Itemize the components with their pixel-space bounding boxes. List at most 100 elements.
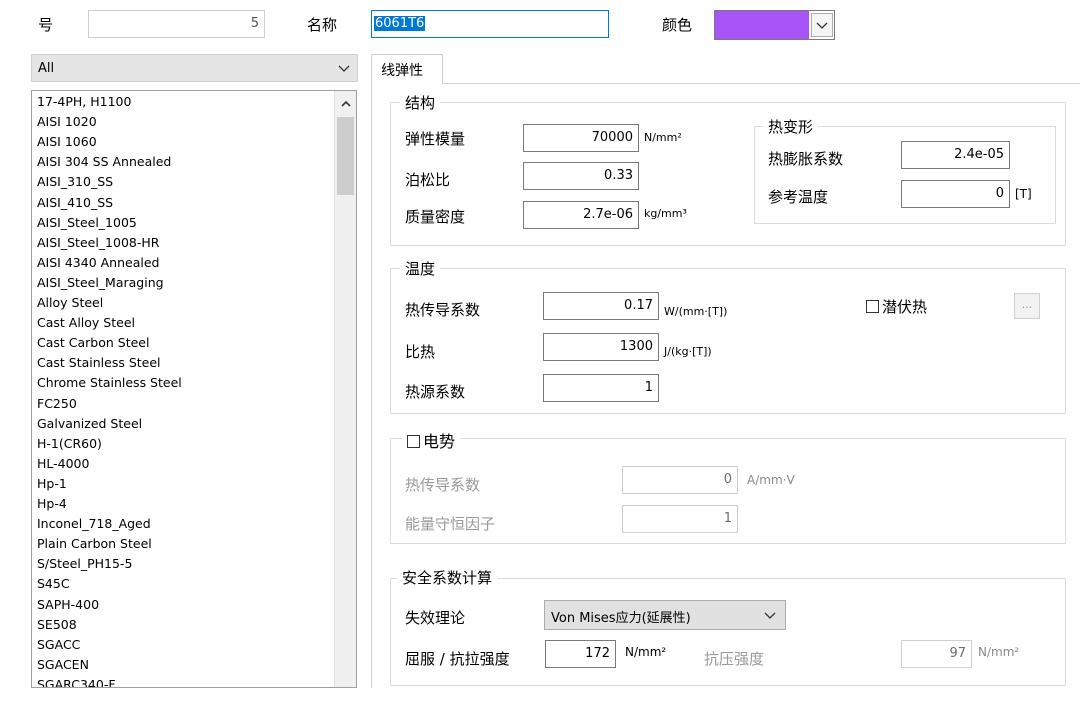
- heat-source-label: 热源系数: [405, 383, 466, 401]
- color-label: 颜色: [662, 16, 693, 34]
- reference-temp-unit: [T]: [1015, 187, 1032, 201]
- color-picker[interactable]: [714, 10, 835, 40]
- thermal-expansion-field[interactable]: 2.4e-05: [901, 141, 1010, 169]
- tab-label: 线弹性: [381, 63, 423, 79]
- safety-group: [390, 578, 1066, 686]
- material-list-item[interactable]: Plain Carbon Steel: [37, 534, 152, 554]
- number-label: 号: [38, 16, 54, 34]
- thermal-deformation-title: 热变形: [763, 116, 819, 137]
- material-list-item[interactable]: Hp-1: [37, 474, 67, 494]
- tab-linear-elastic[interactable]: 线弹性: [371, 54, 443, 84]
- material-list-item[interactable]: Inconel_718_Aged: [37, 514, 151, 534]
- color-swatch: [715, 11, 809, 39]
- poisson-ratio-field[interactable]: 0.33: [523, 162, 639, 190]
- failure-theory-label: 失效理论: [405, 609, 466, 627]
- material-list-item[interactable]: Hp-4: [37, 494, 67, 514]
- material-list-item[interactable]: AISI 1020: [37, 112, 97, 132]
- heat-conductivity-field[interactable]: 0.17: [543, 292, 659, 320]
- material-list-item[interactable]: Chrome Stainless Steel: [37, 373, 182, 393]
- material-list-item[interactable]: Alloy Steel: [37, 293, 103, 313]
- latent-heat-label: 潜伏热: [882, 298, 928, 316]
- checkbox-icon: [866, 300, 879, 313]
- material-list-item[interactable]: AISI 1060: [37, 132, 97, 152]
- yield-strength-field[interactable]: 172: [545, 640, 616, 668]
- temperature-group-title: 温度: [400, 258, 441, 279]
- elastic-modulus-field[interactable]: 70000: [523, 124, 639, 152]
- list-scrollbar[interactable]: [334, 91, 356, 687]
- electric-conductivity-label: 热传导系数: [405, 476, 481, 494]
- chevron-down-icon: [764, 612, 776, 619]
- material-list-item[interactable]: Cast Alloy Steel: [37, 313, 135, 333]
- material-list-item[interactable]: S/Steel_PH15-5: [37, 554, 132, 574]
- material-list-item[interactable]: AISI_310_SS: [37, 172, 113, 192]
- number-field[interactable]: 5: [88, 10, 265, 38]
- specific-heat-unit: J/(kg·[T]): [664, 345, 712, 358]
- yield-strength-label: 屈服 / 抗拉强度: [405, 650, 510, 668]
- material-list-item[interactable]: AISI_Steel_1005: [37, 213, 137, 233]
- energy-conservation-label: 能量守恒因子: [405, 515, 496, 533]
- thermal-expansion-label: 热膨胀系数: [768, 150, 844, 168]
- name-field[interactable]: 6061T6: [371, 10, 609, 38]
- checkbox-icon: [407, 435, 420, 448]
- mass-density-unit: kg/mm³: [644, 207, 687, 220]
- electric-group-title: 电势: [423, 432, 456, 451]
- tab-strip-line: [443, 83, 1080, 84]
- latent-heat-button[interactable]: ...: [1014, 293, 1040, 319]
- failure-theory-dropdown[interactable]: Von Mises应力(延展性): [544, 600, 786, 630]
- elastic-modulus-label: 弹性模量: [405, 130, 466, 148]
- electric-conductivity-field: 0: [622, 466, 738, 494]
- tab-panel-border: [371, 84, 372, 688]
- reference-temp-label: 参考温度: [768, 188, 829, 206]
- material-list-item[interactable]: AISI 4340 Annealed: [37, 253, 159, 273]
- energy-conservation-field: 1: [622, 505, 738, 533]
- category-filter-dropdown[interactable]: All: [31, 54, 358, 82]
- category-filter-value: All: [38, 61, 55, 76]
- material-list[interactable]: 17-4PH, H1100 AISI 1020 AISI 1060 AISI 304 …: [31, 90, 357, 688]
- material-list-item[interactable]: SGACC: [37, 635, 80, 655]
- name-field-selected-text: 6061T6: [374, 16, 426, 31]
- material-list-item[interactable]: SGARC340-F: [37, 675, 116, 687]
- material-list-item[interactable]: SGACEN: [37, 655, 89, 675]
- material-list-item[interactable]: H-1(CR60): [37, 434, 102, 454]
- specific-heat-field[interactable]: 1300: [543, 333, 659, 361]
- safety-group-title: 安全系数计算: [397, 567, 498, 588]
- material-list-item[interactable]: AISI_Steel_1008-HR: [37, 233, 159, 253]
- material-list-item[interactable]: AISI_Steel_Maraging: [37, 273, 164, 293]
- material-list-item[interactable]: AISI_410_SS: [37, 193, 113, 213]
- compressive-strength-unit: N/mm²: [978, 645, 1020, 659]
- color-dropdown-button[interactable]: [811, 13, 833, 37]
- structure-group-title: 结构: [400, 92, 441, 113]
- poisson-ratio-label: 泊松比: [405, 171, 451, 189]
- elastic-modulus-unit: N/mm²: [644, 131, 682, 144]
- scrollbar-thumb[interactable]: [337, 117, 354, 195]
- heat-conductivity-label: 热传导系数: [405, 301, 481, 319]
- electric-checkbox[interactable]: 电势: [402, 428, 461, 452]
- failure-theory-value: Von Mises应力(延展性): [551, 611, 691, 626]
- material-list-item[interactable]: FC250: [37, 394, 77, 414]
- material-list-item[interactable]: HL-4000: [37, 454, 89, 474]
- material-list-item[interactable]: SAPH-400: [37, 595, 99, 615]
- material-list-item[interactable]: 17-4PH, H1100: [37, 92, 131, 112]
- electric-conductivity-unit: A/mm·V: [747, 473, 795, 487]
- specific-heat-label: 比热: [405, 343, 436, 361]
- scroll-up-icon[interactable]: [340, 99, 352, 109]
- material-list-item[interactable]: Cast Carbon Steel: [37, 333, 149, 353]
- heat-conductivity-unit: W/(mm·[T]): [664, 305, 728, 318]
- mass-density-label: 质量密度: [405, 208, 466, 226]
- chevron-down-icon: [338, 65, 350, 72]
- compressive-strength-label: 抗压强度: [704, 650, 765, 668]
- reference-temp-field[interactable]: 0: [901, 180, 1010, 208]
- material-list-item[interactable]: AISI 304 SS Annealed: [37, 152, 171, 172]
- mass-density-field[interactable]: 2.7e-06: [523, 201, 639, 229]
- chevron-down-icon: [816, 22, 828, 29]
- material-list-item[interactable]: Cast Stainless Steel: [37, 353, 161, 373]
- material-list-item[interactable]: Galvanized Steel: [37, 414, 142, 434]
- compressive-strength-field: 97: [901, 640, 972, 668]
- name-label: 名称: [307, 16, 338, 34]
- material-list-item[interactable]: S45C: [37, 574, 70, 594]
- material-list-item[interactable]: SE508: [37, 615, 77, 635]
- latent-heat-checkbox[interactable]: 潜伏热: [866, 296, 927, 317]
- temperature-group: [390, 268, 1066, 414]
- heat-source-field[interactable]: 1: [543, 374, 659, 402]
- yield-strength-unit: N/mm²: [625, 645, 667, 659]
